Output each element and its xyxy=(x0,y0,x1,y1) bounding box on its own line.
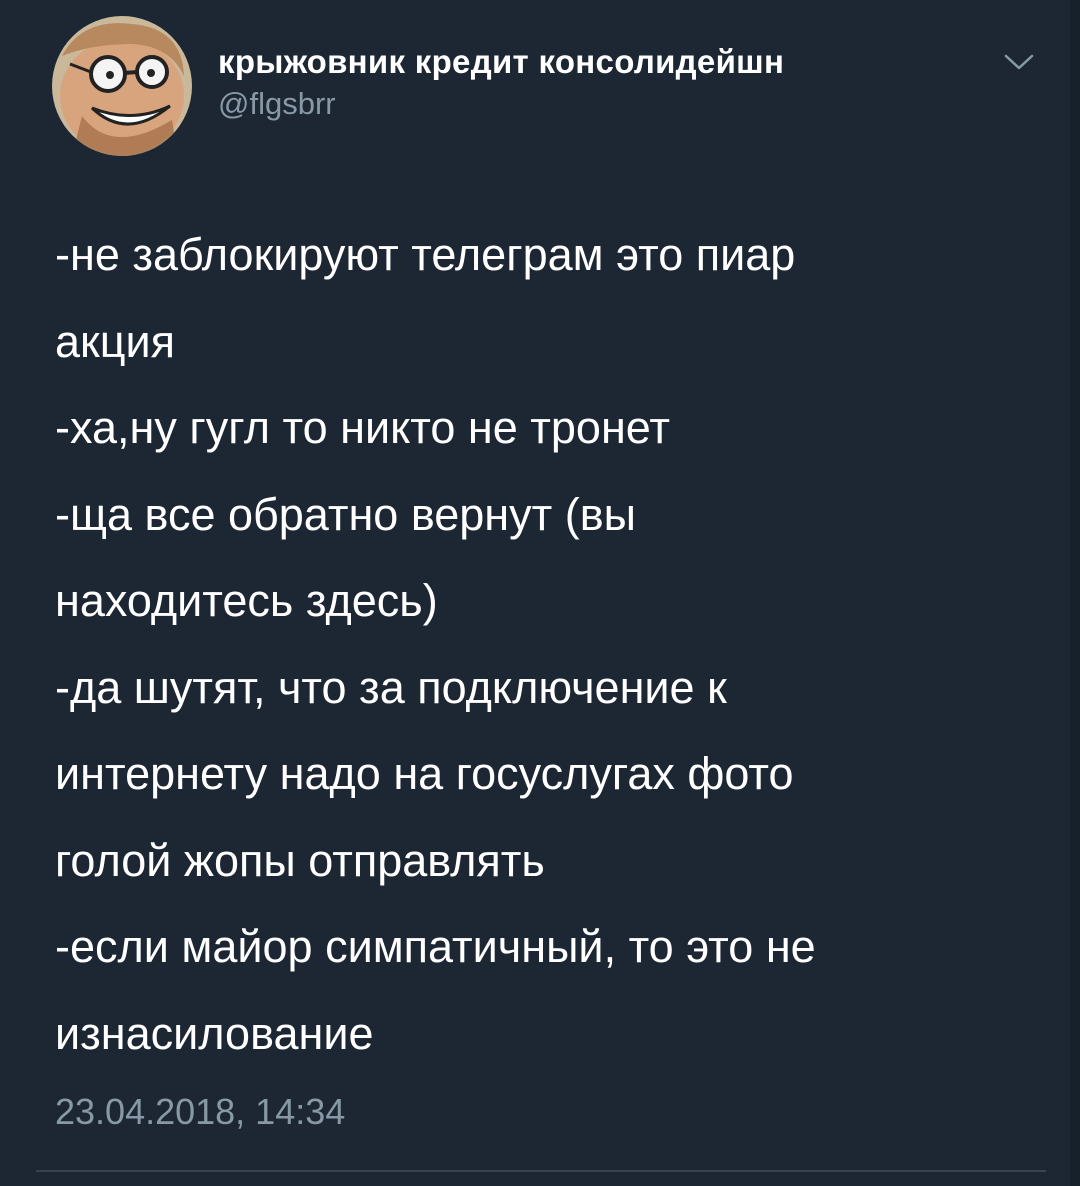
tweet-text-line: интернету надо на госуслугах фото xyxy=(55,748,794,799)
tweet-text-line: -ща все обратно вернут (вы xyxy=(55,488,636,540)
tweet-text-line: -ха,ну гугл то никто не тронет xyxy=(55,402,670,453)
tweet-text-line: -не заблокируют телеграм это пиар xyxy=(55,229,796,280)
author-handle[interactable]: @flgsbrr xyxy=(218,84,784,124)
tweet-text-line: находитесь здесь) xyxy=(55,575,438,626)
tweet-text: -не заблокируют телеграм это пиар акция … xyxy=(55,212,1035,1077)
tweet-text-line: акция xyxy=(55,315,175,367)
tweet: крыжовник кредит консолидейшн @flgsbrr -… xyxy=(0,0,1080,1186)
avatar[interactable] xyxy=(52,16,192,156)
avatar-image xyxy=(52,16,192,156)
tweet-text-line: изнасилование xyxy=(55,1007,374,1059)
tweet-timestamp[interactable]: 23.04.2018, 14:34 xyxy=(55,1090,345,1134)
scrollbar-track xyxy=(1070,0,1080,1186)
author-names: крыжовник кредит консолидейшн @flgsbrr xyxy=(218,42,784,124)
tweet-text-line: -да шутят, что за подключение к xyxy=(55,661,727,713)
chevron-down-icon[interactable] xyxy=(1002,50,1036,74)
tweet-text-line: голой жопы отправлять xyxy=(55,834,545,886)
tweet-text-line: -если майор симпатичный, то это не xyxy=(55,921,816,972)
tweet-header: крыжовник кредит консолидейшн @flgsbrr xyxy=(52,16,1042,156)
author-display-name[interactable]: крыжовник кредит консолидейшн xyxy=(218,42,784,82)
divider xyxy=(36,1170,1046,1172)
